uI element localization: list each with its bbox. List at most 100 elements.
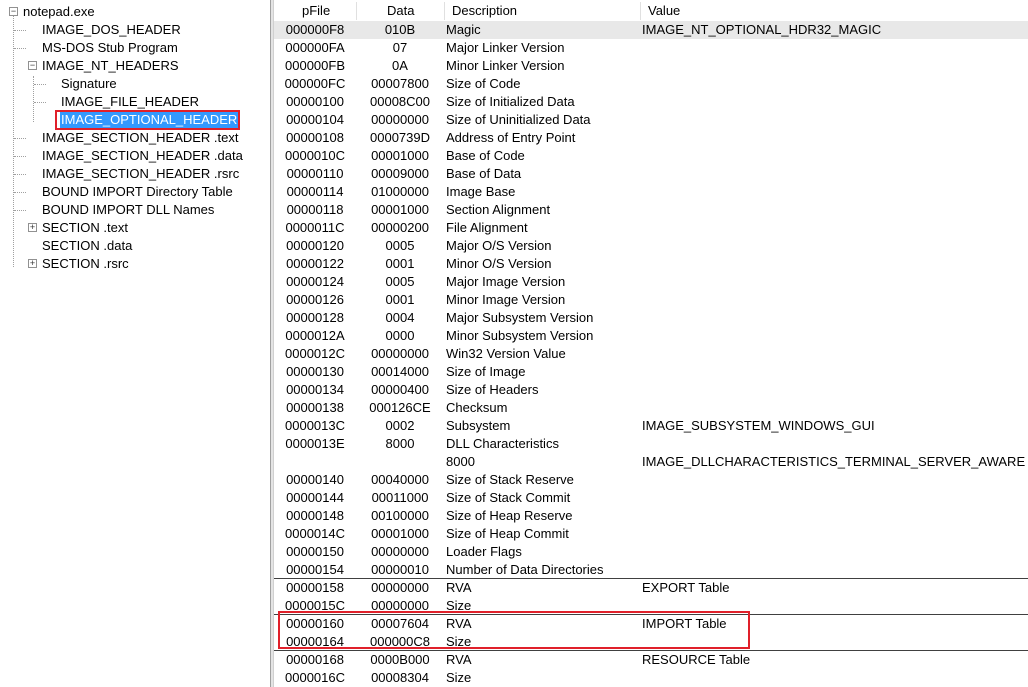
cell-data: 00000000 (371, 544, 429, 559)
table-row[interactable]: 0000012C 00000000 Win32 Version Value (274, 345, 1028, 363)
cell-data: 0005 (385, 238, 415, 253)
cell-data: 00000200 (371, 220, 429, 235)
cell-data: 000126CE (369, 400, 431, 415)
tree-item-label: IMAGE_SECTION_HEADER .rsrc (42, 166, 240, 181)
table-row[interactable]: 00000154 00000010 Number of Data Directori… (274, 561, 1028, 579)
table-row[interactable]: 00000150 00000000 Loader Flags (274, 543, 1028, 561)
cell-pfile: 00000124 (286, 274, 344, 289)
table-row[interactable]: 000000FC 00007800 Size of Code (274, 75, 1028, 93)
column-separator[interactable] (640, 2, 641, 20)
cell-value: IMAGE_SUBSYSTEM_WINDOWS_GUI (642, 418, 875, 433)
table-row[interactable]: 00000108 0000739D Address of Entry Point (274, 129, 1028, 147)
table-row[interactable]: 00000128 0004 Major Subsystem Version (274, 309, 1028, 327)
tree-item-label: notepad.exe (23, 4, 95, 19)
cell-description: Size of Image (446, 364, 526, 379)
table-row[interactable]: 00000130 00014000 Size of Image (274, 363, 1028, 381)
table-row[interactable]: 00000122 0001 Minor O/S Version (274, 255, 1028, 273)
selection-highlight-box (55, 110, 240, 130)
cell-description: Address of Entry Point (446, 130, 576, 145)
cell-description: Loader Flags (446, 544, 522, 559)
column-header-data[interactable]: Data (387, 0, 414, 21)
table-row[interactable]: 00000144 00011000 Size of Stack Commit (274, 489, 1028, 507)
table-row[interactable]: 0000016C 00008304 Size (274, 669, 1028, 687)
table-row[interactable]: 00000134 00000400 Size of Headers (274, 381, 1028, 399)
cell-data: 00007800 (371, 76, 429, 91)
collapse-icon[interactable]: − (9, 7, 18, 16)
cell-pfile: 000000FC (284, 76, 346, 91)
table-row[interactable]: 000000F8 010B Magic IMAGE_NT_OPTIONAL_HDR32… (274, 21, 1028, 39)
table-row[interactable]: 0000013C 0002 Subsystem IMAGE_SUBSYSTEM_WIN… (274, 417, 1028, 435)
tree-connector (13, 16, 14, 267)
expand-icon[interactable]: + (28, 259, 37, 268)
import-table-highlight-box (278, 611, 750, 649)
cell-description: Checksum (446, 400, 508, 415)
table-row[interactable]: 00000118 00001000 Section Alignment (274, 201, 1028, 219)
column-header-description[interactable]: Description (452, 0, 517, 21)
cell-description: RVA (446, 580, 472, 595)
cell-description: Number of Data Directories (446, 562, 604, 577)
table-row[interactable]: 00000124 0005 Major Image Version (274, 273, 1028, 291)
column-header-pfile[interactable]: pFile (302, 0, 330, 21)
cell-pfile: 00000120 (286, 238, 344, 253)
cell-description: Size of Stack Reserve (446, 472, 574, 487)
table-row[interactable]: 000000FA 07 Major Linker Version (274, 39, 1028, 57)
tree-view[interactable]: − notepad.exe IMAGE_DOS_HEADER MS-DOS St… (0, 0, 270, 687)
table-row[interactable]: 00000104 00000000 Size of Uninitialized Da… (274, 111, 1028, 129)
table-row[interactable]: 0000010C 00001000 Base of Code (274, 147, 1028, 165)
cell-description: Image Base (446, 184, 516, 199)
cell-description: Major Linker Version (446, 40, 565, 55)
tree-item-label: SECTION .rsrc (42, 256, 129, 271)
cell-data: 0001 (385, 292, 415, 307)
cell-description: Major O/S Version (446, 238, 552, 253)
tree-item-label: MS-DOS Stub Program (42, 40, 178, 55)
table-row[interactable]: 00000114 01000000 Image Base (274, 183, 1028, 201)
cell-data: 00001000 (371, 202, 429, 217)
column-header-value[interactable]: Value (648, 0, 680, 21)
cell-data: 0001 (385, 256, 415, 271)
cell-description: Size of Uninitialized Data (446, 112, 591, 127)
column-separator[interactable] (356, 2, 357, 20)
table-row[interactable]: 00000138 000126CE Checksum (274, 399, 1028, 417)
details-list[interactable]: pFile Data Description Value 000000F8 010… (274, 0, 1028, 687)
table-row[interactable]: 0000012A 0000 Minor Subsystem Version (274, 327, 1028, 345)
column-separator[interactable] (444, 2, 445, 20)
table-row[interactable]: 00000168 0000B000 RVA RESOURCE Table (274, 651, 1028, 669)
cell-description: Magic (446, 22, 481, 37)
cell-pfile: 00000100 (286, 94, 344, 109)
table-row[interactable]: 00000148 00100000 Size of Heap Reserve (274, 507, 1028, 525)
tree-connector (14, 192, 26, 193)
table-row[interactable]: 00000140 00040000 Size of Stack Reserve (274, 471, 1028, 489)
tree-item-label: SECTION .data (42, 238, 133, 253)
table-row[interactable]: 00000120 0005 Major O/S Version (274, 237, 1028, 255)
cell-description: Minor O/S Version (446, 256, 552, 271)
cell-pfile: 00000114 (286, 184, 344, 199)
table-row[interactable]: 8000 IMAGE_DLLCHARACTERISTICS_TERMINAL_SE… (274, 453, 1028, 471)
table-row[interactable]: 000000FB 0A Minor Linker Version (274, 57, 1028, 75)
cell-pfile: 0000012A (285, 328, 345, 343)
tree-connector (34, 84, 46, 85)
cell-data: 00000010 (371, 562, 429, 577)
cell-pfile: 00000118 (286, 202, 344, 217)
table-row[interactable]: 00000158 00000000 RVA EXPORT Table (274, 579, 1028, 597)
cell-data: 00008304 (371, 670, 429, 685)
cell-data: 00008C00 (370, 94, 430, 109)
expand-icon[interactable]: + (28, 223, 37, 232)
cell-data: 0A (392, 58, 408, 73)
tree-item-label: IMAGE_FILE_HEADER (61, 94, 199, 109)
table-row[interactable]: 0000014C 00001000 Size of Heap Commit (274, 525, 1028, 543)
table-row[interactable]: 00000100 00008C00 Size of Initialized Data (274, 93, 1028, 111)
cell-description: Size of Headers (446, 382, 539, 397)
tree-connector (14, 30, 26, 31)
cell-data: 00001000 (371, 148, 429, 163)
cell-data: 01000000 (371, 184, 429, 199)
table-row[interactable]: 0000013E 8000 DLL Characteristics (274, 435, 1028, 453)
table-row[interactable]: 00000110 00009000 Base of Data (274, 165, 1028, 183)
tree-item-label: IMAGE_NT_HEADERS (42, 58, 179, 73)
cell-pfile: 00000154 (286, 562, 344, 577)
table-row[interactable]: 0000011C 00000200 File Alignment (274, 219, 1028, 237)
cell-description: Size of Code (446, 76, 521, 91)
cell-pfile: 00000128 (286, 310, 344, 325)
table-row[interactable]: 00000126 0001 Minor Image Version (274, 291, 1028, 309)
collapse-icon[interactable]: − (28, 61, 37, 70)
cell-data: 00000000 (371, 112, 429, 127)
